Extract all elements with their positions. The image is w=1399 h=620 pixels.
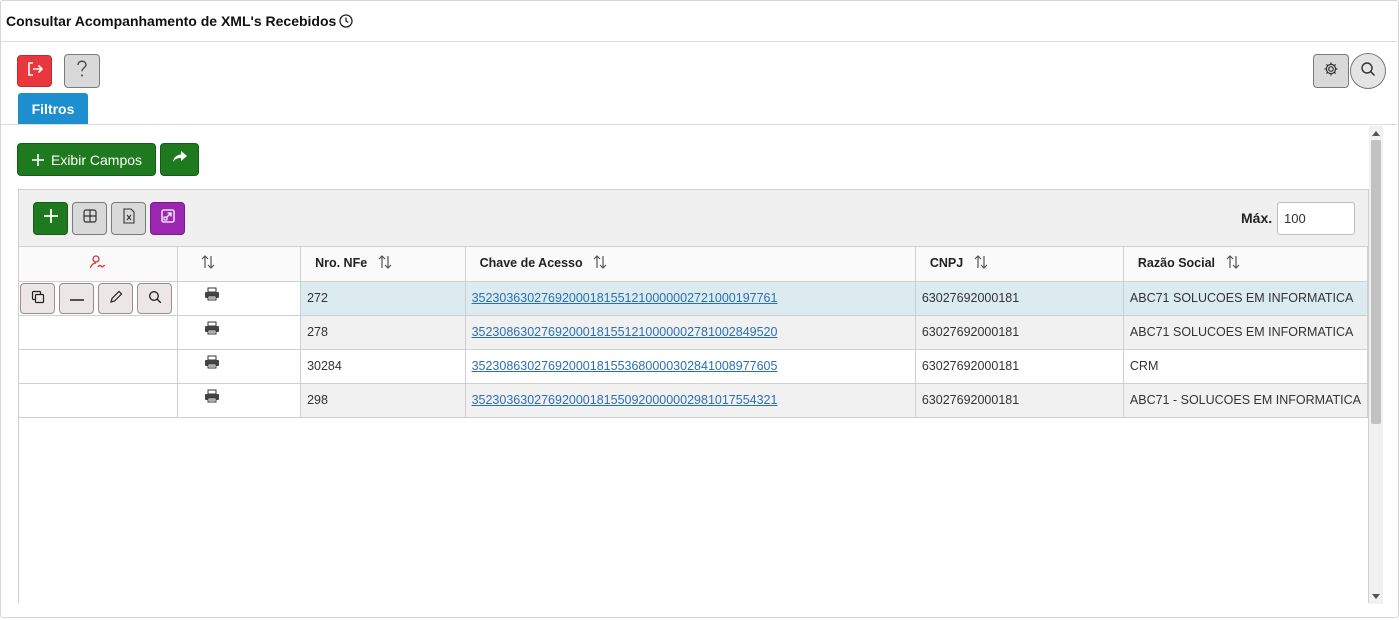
row-actions <box>19 281 178 316</box>
scroll-thumb[interactable] <box>1371 140 1381 424</box>
cell-nro-nfe: 272 <box>300 281 466 316</box>
clock-icon[interactable] <box>339 13 353 28</box>
print-cell <box>177 349 302 384</box>
vertical-scrollbar[interactable] <box>1369 126 1383 604</box>
plus-icon <box>31 153 45 167</box>
tab-filtros[interactable]: Filtros <box>18 93 88 125</box>
print-cell <box>177 281 302 316</box>
help-button[interactable] <box>64 54 100 88</box>
cell-cnpj: 63027692000181 <box>915 315 1124 350</box>
cell-nro-nfe: 278 <box>300 315 466 350</box>
grid-layout-button[interactable] <box>72 202 107 235</box>
grid-icon <box>82 208 98 229</box>
excel-file-icon <box>122 208 136 229</box>
chave-acesso-link[interactable]: 3523036302769200018155121000000272100019… <box>472 291 778 305</box>
scroll-down-icon[interactable] <box>1372 594 1380 599</box>
cell-chave-acesso: 3523086302769200018155121000000278100284… <box>465 315 916 350</box>
max-label: Máx. <box>1241 210 1273 226</box>
view-button[interactable] <box>137 282 172 314</box>
cell-chave-acesso: 3523086302769200018155368000030284100897… <box>465 349 916 384</box>
expand-button[interactable] <box>150 202 185 235</box>
scroll-up-icon[interactable] <box>1372 131 1380 136</box>
cell-chave-acesso: 3523036302769200018155121000000272100019… <box>465 281 916 316</box>
printer-icon[interactable] <box>204 355 294 372</box>
edit-button[interactable] <box>98 282 133 314</box>
divider <box>1 124 1397 125</box>
expand-icon <box>160 208 176 229</box>
question-icon <box>76 60 88 83</box>
title-bar: Consultar Acompanhamento de XML's Recebi… <box>0 0 1397 42</box>
signature-user-icon <box>89 255 107 273</box>
grid-toolbar: Máx. <box>19 190 1368 247</box>
search-button[interactable] <box>1350 53 1386 89</box>
share-button[interactable] <box>160 143 199 176</box>
printer-icon[interactable] <box>204 287 294 304</box>
cell-cnpj: 63027692000181 <box>915 349 1124 384</box>
share-arrow-icon <box>172 150 188 169</box>
sort-icon[interactable] <box>200 254 216 273</box>
copy-icon <box>31 290 45 307</box>
header-nro-nfe[interactable]: Nro. NFe <box>300 247 466 282</box>
header-cnpj[interactable]: CNPJ <box>915 247 1124 282</box>
row-actions <box>19 383 178 418</box>
sort-icon[interactable] <box>592 254 608 273</box>
plus-icon <box>43 208 59 229</box>
exibir-campos-label: Exibir Campos <box>50 151 143 168</box>
pencil-icon <box>109 290 123 307</box>
max-input[interactable] <box>1277 202 1355 235</box>
cell-razao-social: ABC71 - SOLUCOES EM INFORMATICA <box>1123 383 1368 418</box>
exit-icon <box>26 61 44 82</box>
row-actions <box>19 349 178 384</box>
exibir-campos-button[interactable]: Exibir Campos <box>17 143 156 176</box>
gear-icon <box>1323 61 1339 82</box>
header-print-column[interactable] <box>177 247 302 282</box>
sort-icon[interactable] <box>377 254 393 273</box>
row-actions <box>19 315 178 350</box>
chave-acesso-link[interactable]: 3523086302769200018155121000000278100284… <box>472 325 778 339</box>
cell-razao-social: CRM <box>1123 349 1368 384</box>
cell-chave-acesso: 3523036302769200018155092000000298101755… <box>465 383 916 418</box>
exit-button[interactable] <box>17 55 52 87</box>
print-cell <box>177 315 302 350</box>
header-sign-column <box>19 247 178 282</box>
cell-nro-nfe: 298 <box>300 383 466 418</box>
data-grid: Máx. Nro. NFe Chave <box>18 189 1369 603</box>
table-row[interactable]: 30284 3523086302769200018155368000030284… <box>19 349 1368 384</box>
results-table: Nro. NFe Chave de Acesso CNPJ Razão Soci… <box>19 247 1368 418</box>
chave-acesso-link[interactable]: 3523036302769200018155092000000298101755… <box>472 393 778 407</box>
search-icon <box>1360 61 1376 82</box>
add-row-button[interactable] <box>33 202 68 235</box>
table-row[interactable]: 278 352308630276920001815512100000027810… <box>19 315 1368 350</box>
cell-razao-social: ABC71 SOLUCOES EM INFORMATICA <box>1123 281 1368 316</box>
cell-nro-nfe: 30284 <box>300 349 466 384</box>
sort-icon[interactable] <box>1225 254 1241 273</box>
header-razao-social[interactable]: Razão Social <box>1123 247 1368 282</box>
search-icon <box>148 290 162 307</box>
cell-cnpj: 63027692000181 <box>915 383 1124 418</box>
printer-icon[interactable] <box>204 389 294 406</box>
table-row[interactable]: 272 352303630276920001815512100000027210… <box>19 281 1368 316</box>
cell-cnpj: 63027692000181 <box>915 281 1124 316</box>
export-excel-button[interactable] <box>111 202 146 235</box>
page-title: Consultar Acompanhamento de XML's Recebi… <box>6 12 337 29</box>
cell-razao-social: ABC71 SOLUCOES EM INFORMATICA <box>1123 315 1368 350</box>
table-row[interactable]: 298 352303630276920001815509200000029810… <box>19 383 1368 418</box>
chave-acesso-link[interactable]: 3523086302769200018155368000030284100897… <box>472 359 778 373</box>
settings-button[interactable] <box>1313 54 1349 88</box>
sort-icon[interactable] <box>973 254 989 273</box>
table-header-row: Nro. NFe Chave de Acesso CNPJ Razão Soci… <box>19 247 1368 282</box>
header-chave-acesso[interactable]: Chave de Acesso <box>465 247 916 282</box>
remove-button[interactable] <box>59 282 94 314</box>
copy-button[interactable] <box>20 282 55 314</box>
minus-icon <box>69 291 85 305</box>
print-cell <box>177 383 302 418</box>
printer-icon[interactable] <box>204 321 294 338</box>
